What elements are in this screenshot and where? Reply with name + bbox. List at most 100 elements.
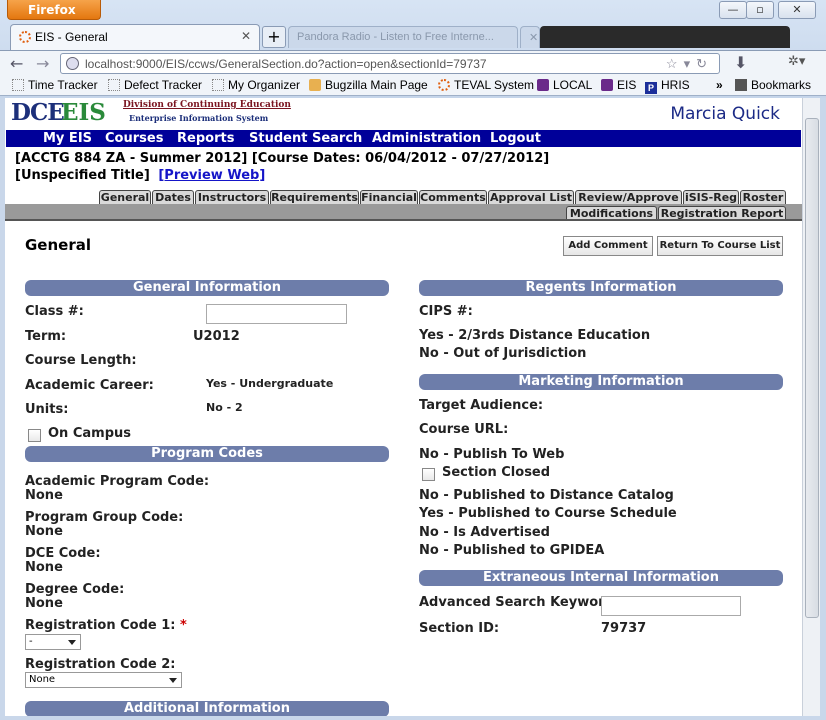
browser-chrome: Firefox — ▫ ✕ EIS - General ✕ + Pandora … <box>0 0 826 98</box>
units-label: Units: <box>25 402 69 417</box>
tab-review-approve[interactable]: Review/Approve <box>575 190 682 204</box>
page-title: General <box>25 236 91 254</box>
tab-registration-report[interactable]: Registration Report <box>658 206 786 220</box>
advanced-search-keyword-input[interactable] <box>601 596 741 616</box>
is-advertised-value: No - Is Advertised <box>419 525 550 540</box>
class-number-input[interactable] <box>206 304 347 324</box>
regents-information-header: Regents Information <box>419 280 783 296</box>
tab-instructors[interactable]: Instructors <box>195 190 269 204</box>
wildcat-icon <box>601 79 613 91</box>
course-title-line: [Unspecified Title] [Preview Web] <box>15 168 265 183</box>
tab-requirements[interactable]: Requirements <box>270 190 359 204</box>
academic-program-code-value: None <box>25 488 63 503</box>
bookmark-bugzilla[interactable]: Bugzilla Main Page <box>309 78 428 92</box>
globe-icon <box>66 57 79 70</box>
section-closed-label: Section Closed <box>442 465 551 480</box>
degree-code-label: Degree Code: <box>25 582 125 597</box>
return-to-course-list-button[interactable]: Return To Course List <box>657 236 783 256</box>
chevron-down-icon <box>169 678 177 683</box>
on-campus-checkbox[interactable] <box>28 429 41 442</box>
download-arrow-icon[interactable]: ⬇ <box>734 53 747 72</box>
required-asterisk: * <box>180 618 187 633</box>
tab-roster[interactable]: Roster <box>740 190 786 204</box>
dce-code-label: DCE Code: <box>25 546 101 561</box>
publish-to-web-value: No - Publish To Web <box>419 447 565 462</box>
academic-program-code-label: Academic Program Code: <box>25 474 210 489</box>
url-bar[interactable]: localhost:9000/EIS/ccws/GeneralSection.d… <box>60 53 720 74</box>
menu-reports[interactable]: Reports <box>177 130 234 147</box>
bookmark-hris[interactable]: P HRIS <box>645 78 690 94</box>
menu-administration[interactable]: Administration <box>372 130 481 147</box>
cips-label: CIPS #: <box>419 304 473 319</box>
forward-arrow-icon[interactable]: → <box>36 54 49 73</box>
course-title: [Unspecified Title] <box>15 168 150 183</box>
bookmark-defect-tracker[interactable]: Defect Tracker <box>108 78 202 92</box>
minimize-button[interactable]: — <box>719 1 747 19</box>
preview-web-link[interactable]: [Preview Web] <box>158 168 265 183</box>
units-value: No - 2 <box>206 401 243 414</box>
url-bar-action-icons[interactable]: ☆▾↻ <box>666 56 713 72</box>
bookmark-local[interactable]: LOCAL <box>537 78 592 92</box>
distance-catalog-value: No - Published to Distance Catalog <box>419 488 674 503</box>
browser-tab-redacted[interactable] <box>540 26 790 48</box>
bookmark-eis[interactable]: EIS <box>601 78 636 92</box>
browser-tab-background[interactable]: Pandora Radio - Listen to Free Interne..… <box>288 26 518 48</box>
program-codes-header: Program Codes <box>25 446 389 462</box>
main-menu-bar: My EIS Courses Reports Student Search Ad… <box>6 130 801 147</box>
add-comment-button[interactable]: Add Comment <box>563 236 653 256</box>
tab-comments[interactable]: Comments <box>419 190 487 204</box>
registration-code-1-select[interactable]: - <box>25 634 81 650</box>
tab-general[interactable]: General <box>99 190 151 204</box>
bookmarks-overflow[interactable]: » <box>716 78 723 92</box>
extraneous-information-header: Extraneous Internal Information <box>419 570 783 586</box>
term-value: U2012 <box>193 329 240 344</box>
bookmarks-menu[interactable]: Bookmarks <box>735 78 811 92</box>
browser-tab-active[interactable]: EIS - General ✕ <box>10 24 260 50</box>
scrollbar-thumb[interactable] <box>805 118 819 618</box>
tab-modifications[interactable]: Modifications <box>566 206 657 220</box>
gpidea-value: No - Published to GPIDEA <box>419 543 605 558</box>
tab-dates[interactable]: Dates <box>152 190 194 204</box>
bookmark-teval[interactable]: TEVAL System <box>438 78 534 92</box>
tab-title: EIS - General <box>35 30 108 44</box>
firefox-menu-button[interactable]: Firefox <box>7 0 101 20</box>
logo-subtitle-1: Division of Continuing Education <box>123 100 291 110</box>
browser-tab-close-background[interactable]: ✕ <box>520 26 540 48</box>
bookmark-time-tracker[interactable]: Time Tracker <box>12 78 98 92</box>
close-window-button[interactable]: ✕ <box>778 1 816 19</box>
chevron-down-icon <box>68 640 76 645</box>
bug-icon <box>309 79 321 91</box>
class-number-label: Class #: <box>25 304 84 319</box>
tab-isis-reg[interactable]: iSIS-Reg <box>683 190 739 204</box>
tab-close-icon[interactable]: ✕ <box>241 29 251 43</box>
tab-financial[interactable]: Financial <box>360 190 418 204</box>
back-arrow-icon[interactable]: ← <box>10 54 23 73</box>
target-audience-label: Target Audience: <box>419 398 544 413</box>
maximize-button[interactable]: ▫ <box>746 1 774 19</box>
navigation-bar: ← → localhost:9000/EIS/ccws/GeneralSecti… <box>0 50 826 76</box>
bookmarks-toolbar: Time Tracker Defect Tracker My Organizer… <box>0 76 826 96</box>
registration-code-2-label: Registration Code 2: <box>25 657 176 672</box>
page-scrollbar[interactable] <box>802 98 820 716</box>
course-url-label: Course URL: <box>419 422 509 437</box>
spinner-icon <box>438 79 450 91</box>
page-icon <box>108 79 120 91</box>
p-icon: P <box>645 82 657 94</box>
section-id-label: Section ID: <box>419 621 500 636</box>
registration-code-2-select[interactable]: None <box>25 672 182 688</box>
tools-menu-icon[interactable]: ✲▾ <box>788 54 805 69</box>
new-tab-button[interactable]: + <box>262 26 286 48</box>
logo-eis-text: EIS <box>61 99 106 126</box>
dce-eis-logo[interactable]: DCE EIS Division of Continuing Education… <box>11 99 291 126</box>
menu-logout[interactable]: Logout <box>490 130 541 147</box>
menu-student-search[interactable]: Student Search <box>249 130 362 147</box>
academic-career-label: Academic Career: <box>25 378 154 393</box>
section-closed-checkbox[interactable] <box>422 468 435 481</box>
bookmark-my-organizer[interactable]: My Organizer <box>212 78 300 92</box>
tab-approval-list[interactable]: Approval List <box>488 190 574 204</box>
course-length-label: Course Length: <box>25 353 137 368</box>
menu-courses[interactable]: Courses <box>105 130 163 147</box>
page-content: DCE EIS Division of Continuing Education… <box>5 98 802 716</box>
wildcat-icon <box>537 79 549 91</box>
menu-my-eis[interactable]: My EIS <box>43 130 92 147</box>
